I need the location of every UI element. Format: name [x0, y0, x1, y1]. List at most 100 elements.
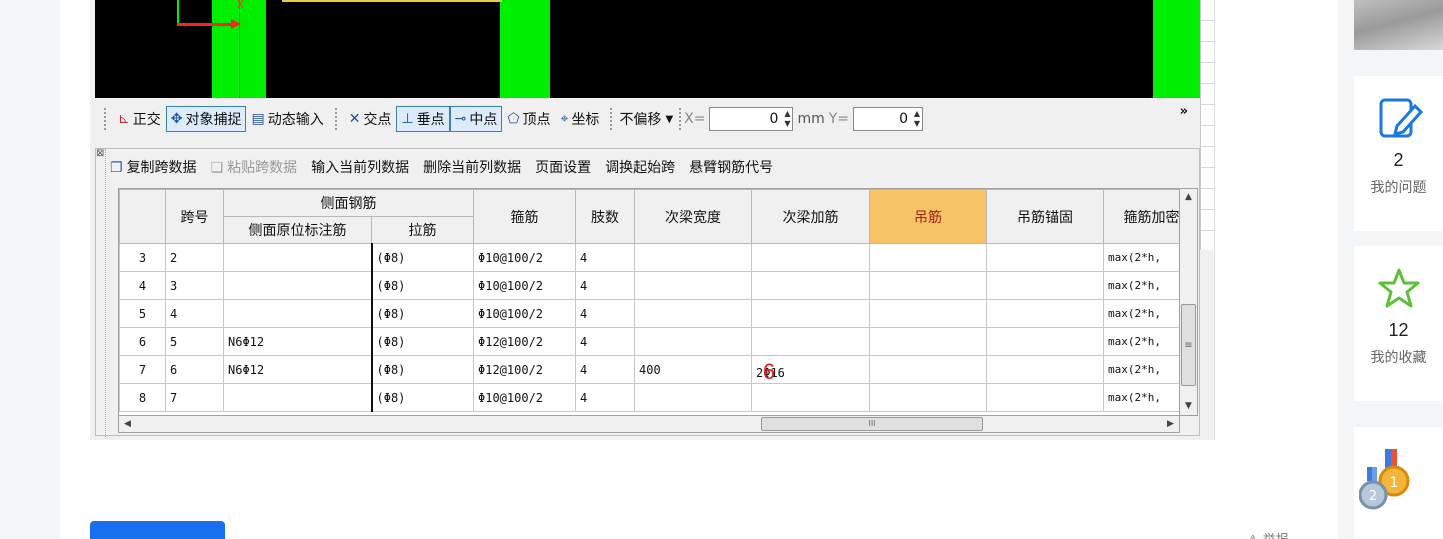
cell-hanger[interactable] [869, 299, 987, 328]
cell-tie[interactable]: (Φ8) [371, 271, 474, 300]
window-grip[interactable]: ⊠ [96, 148, 106, 437]
cell-stirrup[interactable]: Φ10@100/2 [473, 383, 576, 412]
vertex-button[interactable]: ⬠ 顶点 [502, 106, 555, 132]
col-header-span-no[interactable]: 跨号 [165, 189, 224, 244]
col-header-sec-beam-width[interactable]: 次梁宽度 [634, 189, 752, 244]
row-number[interactable]: 5 [119, 299, 166, 328]
cell-dense[interactable]: max(2*h, [1103, 383, 1179, 412]
delete-column-button[interactable]: 删除当前列数据 [423, 157, 521, 177]
offset-select[interactable]: 不偏移 ▼ [619, 109, 677, 129]
col-header-side-rebar[interactable]: 侧面钢筋 [223, 189, 474, 217]
col-header-side-original[interactable]: 侧面原位标注筋 [223, 216, 372, 244]
y-coordinate-input[interactable]: 0 ▲ ▼ [853, 107, 924, 131]
col-header-sec-beam-rebar[interactable]: 次梁加筋 [751, 189, 870, 244]
cell-anchor[interactable] [986, 243, 1104, 272]
ortho-button[interactable]: ⊾ 正交 [113, 106, 166, 132]
cell-stirrup[interactable]: Φ12@100/2 [473, 327, 576, 356]
cell-legs[interactable]: 4 [575, 243, 635, 272]
table-row[interactable]: 3 2 (Φ8) Φ10@100/2 4 max(2*h, [119, 243, 1179, 272]
spinner-arrows-icon[interactable]: ▲ ▼ [914, 109, 920, 129]
table-row[interactable]: 6 5 N6Φ12 (Φ8) Φ12@100/2 4 max(2*h, [119, 327, 1179, 356]
cell-rebar[interactable]: 2Φ166 [751, 355, 870, 384]
paste-span-button[interactable]: ❏ 粘贴跨数据 [211, 157, 298, 177]
table-row[interactable]: 8 7 (Φ8) Φ10@100/2 4 max(2*h, [119, 383, 1179, 412]
cell-width[interactable] [634, 327, 752, 356]
toolbar-overflow-button[interactable]: » [1180, 104, 1188, 119]
cell-hanger[interactable] [869, 243, 987, 272]
sidebar-banner[interactable] [1354, 0, 1443, 50]
midpoint-button[interactable]: ⊸ 中点 [449, 106, 503, 132]
cell-anchor[interactable] [986, 271, 1104, 300]
toolbar-grip[interactable] [610, 108, 613, 130]
cell-dense[interactable]: max(2*h, [1103, 327, 1179, 356]
vertical-scrollbar[interactable]: ▲ ≡ ▼ [1180, 188, 1198, 416]
cell-side[interactable] [223, 271, 373, 300]
close-icon[interactable]: ⊠ [96, 148, 104, 159]
cell-anchor[interactable] [986, 299, 1104, 328]
cell-width[interactable] [634, 383, 752, 412]
cell-side[interactable] [223, 299, 373, 328]
row-number[interactable]: 3 [119, 243, 166, 272]
col-header-stirrup-dense[interactable]: 箍筋加密 [1103, 189, 1179, 244]
cell-hanger[interactable] [869, 327, 987, 356]
scroll-right-icon[interactable]: ▶ [1162, 416, 1179, 432]
cell-legs[interactable]: 4 [575, 355, 635, 384]
cell-stirrup[interactable]: Φ10@100/2 [473, 271, 576, 300]
cell-dense[interactable]: max(2*h, [1103, 299, 1179, 328]
scroll-up-icon[interactable]: ▲ [1180, 189, 1197, 206]
cell-dense[interactable]: max(2*h, [1103, 271, 1179, 300]
toolbar-grip[interactable] [334, 108, 338, 130]
cell-width[interactable] [634, 299, 752, 328]
cell-span[interactable]: 6 [165, 355, 224, 384]
sidebar-medals[interactable]: 12 [1354, 427, 1443, 539]
cell-width[interactable] [634, 243, 752, 272]
cell-dense[interactable]: max(2*h, [1103, 355, 1179, 384]
cad-canvas[interactable]: X [95, 0, 1200, 98]
scroll-left-icon[interactable]: ◀ [119, 416, 136, 432]
spinner-arrows-icon[interactable]: ▲ ▼ [784, 109, 790, 129]
page-setup-button[interactable]: 页面设置 [535, 157, 591, 177]
cell-rebar[interactable] [751, 271, 870, 300]
table-row[interactable]: 4 3 (Φ8) Φ10@100/2 4 max(2*h, [119, 271, 1179, 300]
cell-side[interactable]: N6Φ12 [223, 355, 373, 384]
swap-start-span-button[interactable]: 调换起始跨 [605, 157, 675, 177]
col-header-hanger-anchor[interactable]: 吊筋锚固 [986, 189, 1104, 244]
input-column-button[interactable]: 输入当前列数据 [311, 157, 409, 177]
cell-span[interactable]: 5 [165, 327, 224, 356]
cell-stirrup[interactable]: Φ10@100/2 [473, 243, 576, 272]
cell-tie[interactable]: (Φ8) [371, 243, 474, 272]
row-number[interactable]: 4 [119, 271, 166, 300]
cell-dense[interactable]: max(2*h, [1103, 243, 1179, 272]
row-number[interactable]: 7 [119, 355, 166, 384]
sidebar-my-favorites[interactable]: 12 我的收藏 [1354, 246, 1443, 401]
cell-side[interactable]: N6Φ12 [223, 327, 373, 356]
cell-rebar[interactable] [751, 299, 870, 328]
cell-width[interactable]: 400 [634, 355, 752, 384]
corner-header[interactable] [119, 189, 166, 244]
col-header-hanger[interactable]: 吊筋 [869, 189, 987, 244]
horizontal-scrollbar[interactable]: ◀ III ▶ [118, 415, 1180, 433]
sidebar-my-questions[interactable]: 2 我的问题 [1354, 76, 1443, 231]
cell-legs[interactable]: 4 [575, 299, 635, 328]
cell-legs[interactable]: 4 [575, 271, 635, 300]
cell-legs[interactable]: 4 [575, 327, 635, 356]
perpendicular-button[interactable]: ⊥ 垂点 [396, 106, 450, 132]
cell-span[interactable]: 3 [165, 271, 224, 300]
coordinate-button[interactable]: ⌖ 坐标 [556, 106, 605, 132]
cell-hanger[interactable] [869, 271, 987, 300]
cell-tie[interactable]: (Φ8) [371, 383, 474, 412]
toolbar-grip[interactable] [104, 108, 107, 130]
cell-hanger[interactable] [869, 383, 987, 412]
table-row[interactable]: 7 6 N6Φ12 (Φ8) Φ12@100/2 4 400 2Φ166 max… [119, 355, 1179, 384]
table-row[interactable]: 5 4 (Φ8) Φ10@100/2 4 max(2*h, [119, 299, 1179, 328]
col-header-tie-bar[interactable]: 拉筋 [371, 216, 474, 244]
scroll-down-icon[interactable]: ▼ [1180, 398, 1197, 415]
col-header-stirrup[interactable]: 箍筋 [473, 189, 576, 244]
scroll-thumb[interactable]: ≡ [1181, 304, 1196, 386]
cell-stirrup[interactable]: Φ10@100/2 [473, 299, 576, 328]
col-header-legs[interactable]: 肢数 [575, 189, 635, 244]
intersection-button[interactable]: ✕ 交点 [344, 106, 397, 132]
report-link[interactable]: ⚠ 举报 [1247, 529, 1289, 539]
answer-button[interactable] [90, 521, 225, 539]
cell-span[interactable]: 2 [165, 243, 224, 272]
